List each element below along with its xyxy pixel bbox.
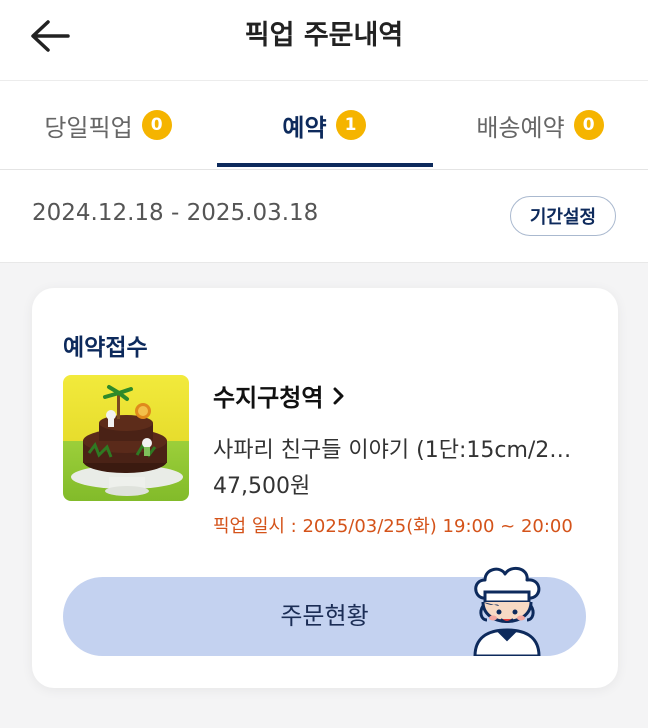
tab-label: 예약 xyxy=(282,113,327,142)
period-range: 2024.12.18 - 2025.03.18 xyxy=(32,200,319,226)
tab-delivery-reservation[interactable]: 배송예약 0 xyxy=(432,81,648,169)
tab-count-badge: 1 xyxy=(335,110,366,140)
page-title: 픽업 주문내역 xyxy=(244,20,404,51)
tab-same-day-pickup[interactable]: 당일픽업 0 xyxy=(0,81,216,169)
tab-count-badge: 0 xyxy=(141,110,172,140)
active-tab-indicator xyxy=(217,163,433,167)
product-image[interactable] xyxy=(63,375,189,501)
order-card: 예약접수 수지구청역 사파리 친구들 이야기 (1단:15cm/2… 47,50… xyxy=(32,288,618,688)
tab-count-badge: 0 xyxy=(573,110,604,140)
top-bar: 픽업 주문내역 xyxy=(0,0,648,81)
pickup-datetime: 픽업 일시 : 2025/03/25(화) 19:00 ~ 20:00 xyxy=(213,516,573,537)
store-name: 수지구청역 xyxy=(213,384,324,412)
period-setting-button[interactable]: 기간설정 xyxy=(510,196,616,236)
chef-mascot-icon xyxy=(469,562,549,658)
store-link[interactable]: 수지구청역 xyxy=(213,378,345,413)
order-status: 예약접수 xyxy=(63,335,148,361)
period-filter-bar: 2024.12.18 - 2025.03.18 기간설정 xyxy=(0,170,648,263)
tab-bar: 당일픽업 0 예약 1 배송예약 0 xyxy=(0,81,648,170)
tab-label: 배송예약 xyxy=(476,113,565,142)
product-name: 사파리 친구들 이야기 (1단:15cm/2… xyxy=(213,438,572,463)
chevron-right-icon xyxy=(333,387,345,405)
tab-reservation[interactable]: 예약 1 xyxy=(216,81,432,169)
product-price: 47,500원 xyxy=(213,474,311,499)
tab-label: 당일픽업 xyxy=(44,113,133,142)
